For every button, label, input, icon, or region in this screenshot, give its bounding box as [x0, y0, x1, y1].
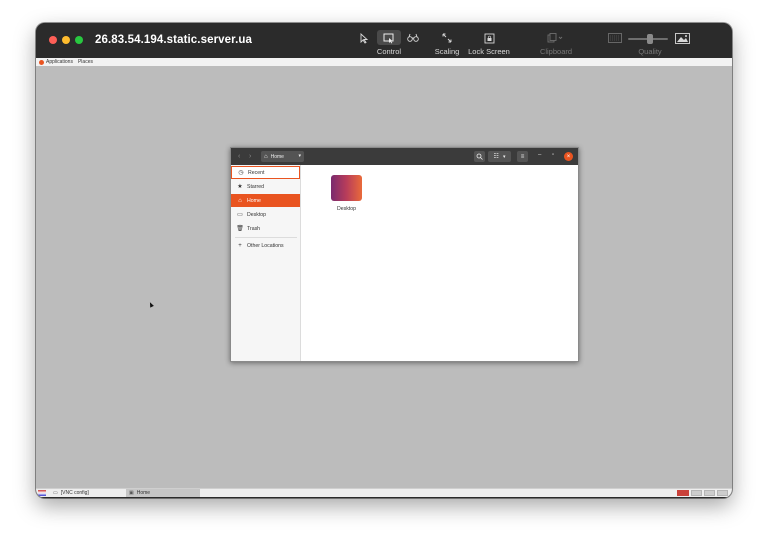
menu-button[interactable]: ≡: [517, 151, 528, 162]
sidebar-item-trash[interactable]: 🗑 Trash: [231, 222, 300, 235]
sidebar-item-other-locations[interactable]: + Other Locations: [231, 239, 300, 252]
taskbar-item-label: Home: [136, 490, 151, 496]
minimize-window-button[interactable]: [62, 36, 70, 44]
back-arrow-icon[interactable]: ‹: [238, 153, 240, 160]
home-icon: ⌂: [264, 153, 268, 160]
keyboard-layout-flag-icon[interactable]: [38, 490, 46, 496]
home-icon: ⌂: [238, 197, 242, 204]
trash-icon: 🗑: [236, 226, 244, 232]
quality-slider-handle[interactable]: [647, 34, 653, 44]
remote-desktop[interactable]: Applications Places ‹ › ⌂ Home ▾ ☷ ▾ ≡ –…: [36, 58, 732, 497]
control-icon: [381, 31, 397, 45]
desktop-folder-icon[interactable]: [331, 175, 362, 201]
sidebar-item-recent[interactable]: ◷ Recent: [231, 166, 300, 179]
sidebar-item-home[interactable]: ⌂ Home: [231, 194, 300, 207]
workspace-1[interactable]: [691, 490, 702, 496]
high-quality-icon: [674, 31, 690, 45]
clipboard-label: Clipboard: [539, 47, 573, 56]
mouse-cursor-icon: [148, 301, 154, 308]
lock-screen-label: Lock Screen: [468, 47, 510, 56]
workspace-3[interactable]: [717, 490, 728, 496]
remote-top-panel: Applications Places: [36, 58, 732, 66]
control-label: Control: [376, 47, 402, 56]
desktop-icon: ▭: [237, 212, 243, 218]
tray-indicator-icon[interactable]: [677, 490, 689, 496]
scaling-label: Scaling: [434, 47, 460, 56]
quality-label: Quality: [638, 47, 662, 56]
folder-label[interactable]: Desktop: [326, 206, 367, 212]
taskbar-item-vnc-config[interactable]: ▭ [VNC config]: [50, 489, 126, 497]
sidebar-item-label: Desktop: [247, 211, 267, 218]
sidebar-divider: [235, 237, 297, 238]
search-button[interactable]: [474, 151, 485, 162]
files-sidebar: ◷ Recent ★ Starred ⌂ Home ▭ Desktop 🗑 Tr…: [231, 165, 301, 361]
path-bar-home[interactable]: ⌂ Home ▾: [261, 151, 304, 162]
low-quality-icon: [607, 31, 623, 45]
files-headerbar: ‹ › ⌂ Home ▾ ☷ ▾ ≡ – ▫ ×: [231, 148, 578, 165]
list-view-icon: ☷: [493, 154, 499, 160]
remote-taskbar: ▭ [VNC config] ▣ Home: [36, 488, 732, 497]
taskbar-item-label: [VNC config]: [60, 490, 89, 496]
sidebar-item-desktop[interactable]: ▭ Desktop: [231, 208, 300, 221]
search-icon: [476, 153, 483, 160]
forward-arrow-icon[interactable]: ›: [249, 153, 251, 160]
minimize-icon[interactable]: –: [538, 152, 541, 158]
sidebar-item-label: Other Locations: [247, 242, 284, 249]
folder-icon: ▣: [129, 490, 134, 496]
path-label: Home: [270, 153, 284, 160]
clipboard-icon[interactable]: [544, 31, 566, 45]
files-window: ‹ › ⌂ Home ▾ ☷ ▾ ≡ – ▫ × ◷ Recent ★ Star…: [230, 147, 579, 362]
fullscreen-window-button[interactable]: [75, 36, 83, 44]
close-window-button[interactable]: [49, 36, 57, 44]
files-content-area[interactable]: Desktop: [302, 165, 578, 361]
pointer-icon[interactable]: [356, 31, 370, 45]
star-icon: ★: [237, 184, 243, 190]
places-menu[interactable]: Places: [78, 59, 93, 65]
window-icon: ▭: [53, 490, 58, 496]
sidebar-item-label: Recent: [248, 169, 265, 176]
applications-menu[interactable]: Applications: [46, 59, 73, 65]
lock-screen-icon[interactable]: [482, 31, 496, 45]
sidebar-item-label: Trash: [247, 225, 261, 232]
sidebar-item-starred[interactable]: ★ Starred: [231, 180, 300, 193]
sidebar-item-label: Starred: [247, 183, 265, 190]
chevron-down-icon: ▾: [298, 153, 301, 159]
hamburger-menu-icon: ≡: [520, 153, 525, 160]
plus-icon: +: [238, 242, 242, 249]
sidebar-item-label: Home: [247, 197, 261, 204]
binoculars-icon[interactable]: [406, 31, 420, 45]
titlebar: 26.83.54.194.static.server.ua Control Sc…: [36, 23, 732, 58]
scaling-icon[interactable]: [440, 31, 454, 45]
view-options-button[interactable]: ☷ ▾: [488, 151, 511, 162]
window-title: 26.83.54.194.static.server.ua: [95, 34, 252, 46]
taskbar-item-home[interactable]: ▣ Home: [126, 489, 200, 497]
workspace-2[interactable]: [704, 490, 715, 496]
applications-icon[interactable]: [39, 59, 44, 65]
vnc-viewer-window: 26.83.54.194.static.server.ua Control Sc…: [36, 23, 732, 498]
close-icon[interactable]: ×: [564, 152, 573, 161]
chevron-down-icon: ▾: [502, 153, 506, 160]
clock-icon: ◷: [238, 170, 244, 176]
maximize-icon[interactable]: ▫: [552, 152, 554, 158]
